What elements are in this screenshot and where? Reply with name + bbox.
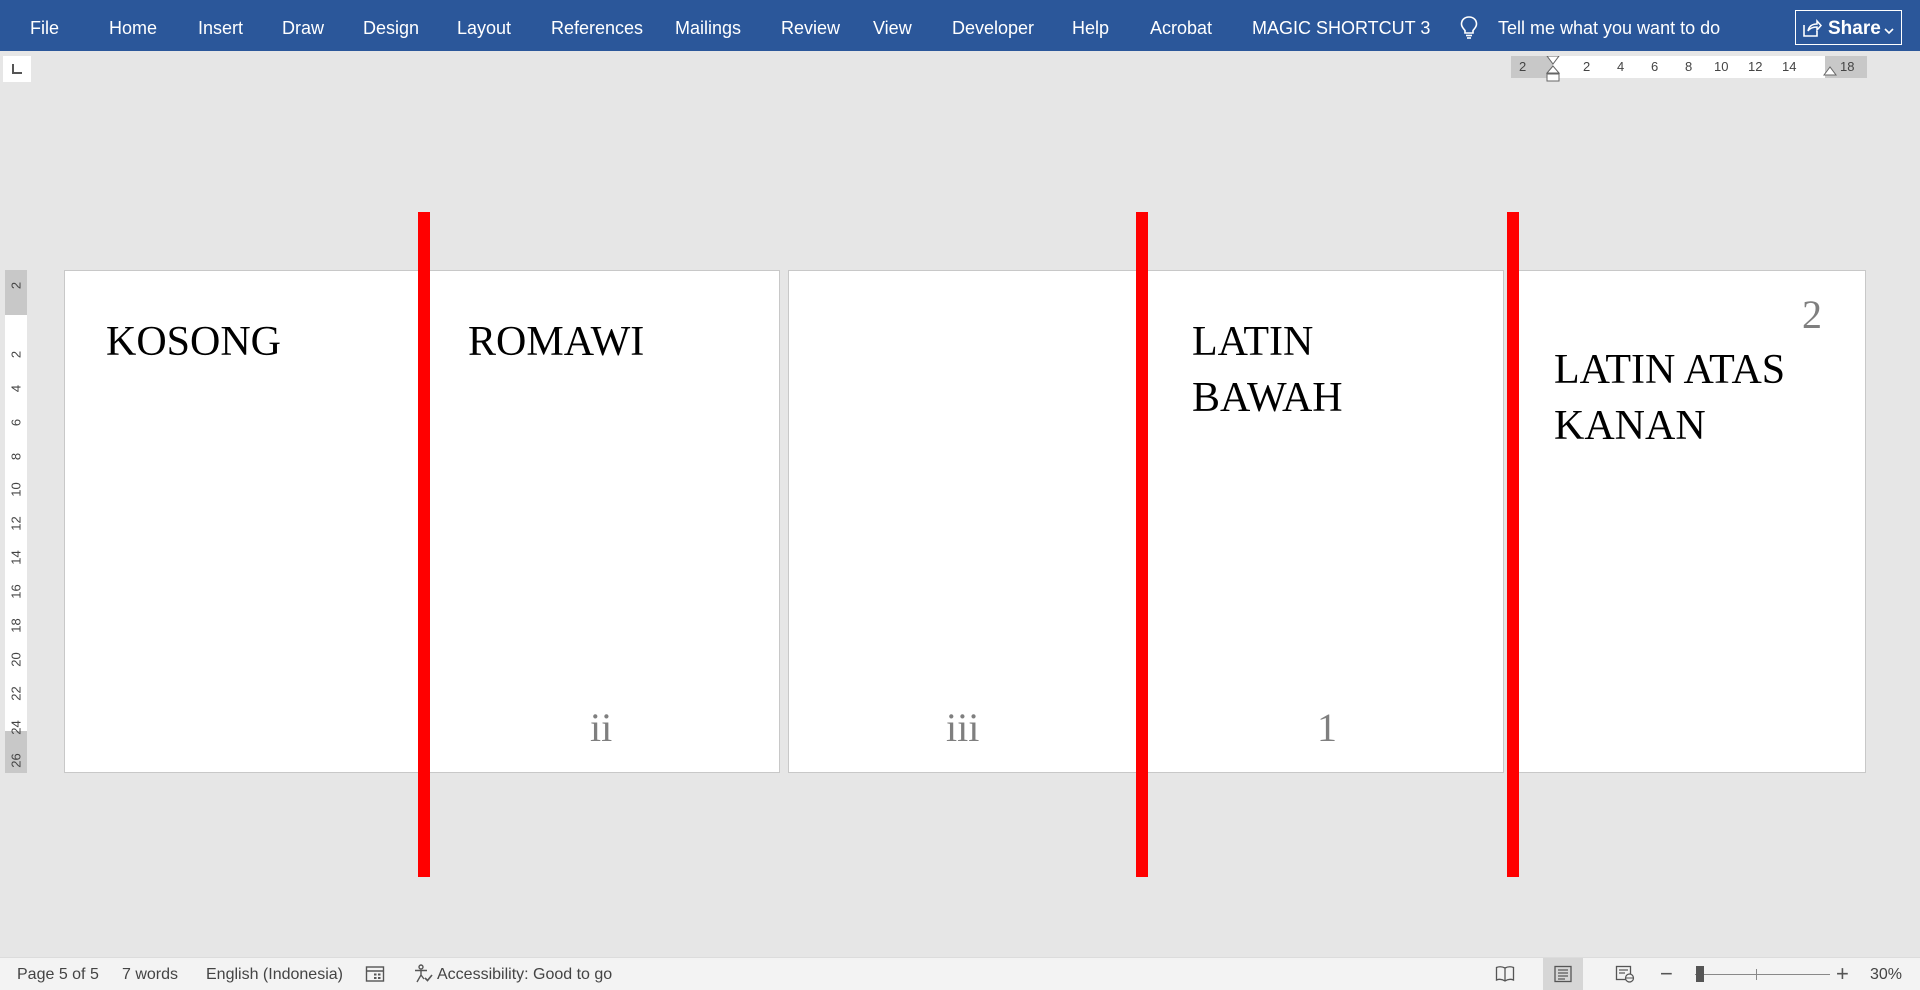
tab-draw[interactable]: Draw	[282, 0, 324, 51]
ruler-tick: 18	[1840, 59, 1855, 74]
tab-view[interactable]: View	[873, 0, 912, 51]
tab-file[interactable]: File	[30, 0, 59, 51]
page-heading: BAWAH	[1192, 375, 1343, 421]
tab-acrobat[interactable]: Acrobat	[1150, 0, 1212, 51]
print-layout-icon	[1554, 965, 1572, 983]
ruler-tick: 6	[8, 418, 24, 427]
ruler-tick: 4	[1617, 59, 1625, 74]
status-bar: Page 5 of 5 7 words English (Indonesia) …	[0, 957, 1920, 990]
web-layout-icon	[1615, 965, 1635, 983]
ruler-tick: 18	[8, 618, 24, 633]
ruler-tick: 2	[8, 350, 24, 359]
macro-icon[interactable]	[365, 964, 385, 989]
ruler-tick: 12	[8, 516, 24, 531]
ruler-tick: 8	[8, 452, 24, 461]
tab-references[interactable]: References	[551, 0, 643, 51]
page-number: 1	[1317, 705, 1337, 750]
ruler-tick: 10	[1714, 59, 1729, 74]
horizontal-ruler[interactable]: 2 2 4 6 8 10 12 14 18	[1511, 56, 1867, 82]
language-status[interactable]: English (Indonesia)	[206, 958, 343, 990]
vertical-ruler[interactable]: 2 2 4 6 8 10 12 14 16 18 20 22 24 26	[5, 270, 27, 773]
word-count-status[interactable]: 7 words	[122, 958, 178, 990]
ruler-tick: 26	[8, 753, 24, 768]
page-heading: LATIN	[1192, 319, 1314, 365]
ruler-tick: 10	[8, 482, 24, 497]
tab-review[interactable]: Review	[781, 0, 840, 51]
page-number: iii	[946, 705, 980, 750]
ruler-tick: 2	[1583, 59, 1591, 74]
tell-me-search[interactable]: Tell me what you want to do	[1498, 0, 1720, 51]
ruler-tick: 22	[8, 686, 24, 701]
page-count-status[interactable]: Page 5 of 5	[17, 958, 99, 990]
chevron-down-icon[interactable]	[1883, 21, 1895, 35]
read-mode-button[interactable]	[1485, 958, 1525, 990]
tab-insert[interactable]: Insert	[198, 0, 243, 51]
tab-developer[interactable]: Developer	[952, 0, 1034, 51]
ruler-tick: 20	[8, 652, 24, 667]
page-heading: KANAN	[1554, 403, 1706, 449]
page-heading: KOSONG	[106, 319, 282, 365]
ruler-tick: 14	[1782, 59, 1797, 74]
ruler-tick: 8	[1685, 59, 1693, 74]
accessibility-icon[interactable]	[413, 964, 433, 989]
zoom-in-button[interactable]: +	[1836, 958, 1849, 990]
tab-magic-shortcut[interactable]: MAGIC SHORTCUT 3	[1252, 0, 1430, 51]
ruler-tick: 2	[8, 281, 24, 290]
read-mode-icon	[1495, 966, 1515, 982]
tab-home[interactable]: Home	[109, 0, 157, 51]
accessibility-status[interactable]: Accessibility: Good to go	[437, 958, 612, 990]
zoom-slider-center-mark	[1756, 969, 1757, 980]
page-number: ii	[590, 705, 613, 750]
tab-mailings[interactable]: Mailings	[675, 0, 741, 51]
ruler-tick: 16	[8, 584, 24, 599]
ribbon-tab-bar: File Home Insert Draw Design Layout Refe…	[0, 0, 1920, 51]
page-heading: ROMAWI	[468, 319, 645, 365]
tab-selector-icon	[12, 64, 22, 74]
share-icon	[1802, 18, 1823, 38]
ruler-tick: 12	[1748, 59, 1763, 74]
tab-layout[interactable]: Layout	[457, 0, 511, 51]
ruler-tick: 14	[8, 550, 24, 565]
zoom-out-button[interactable]: −	[1660, 958, 1673, 990]
red-divider-line	[418, 212, 430, 877]
lightbulb-icon	[1458, 15, 1480, 39]
zoom-percent[interactable]: 30%	[1870, 958, 1902, 990]
print-layout-button[interactable]	[1543, 958, 1583, 990]
page-number: 2	[1802, 292, 1822, 337]
ruler-tick: 24	[8, 720, 24, 735]
document-page[interactable]: 2 LATIN ATAS KANAN	[1512, 270, 1866, 773]
red-divider-line	[1136, 212, 1148, 877]
zoom-slider-thumb[interactable]	[1696, 966, 1704, 982]
red-divider-line	[1507, 212, 1519, 877]
ruler-tick: 4	[8, 384, 24, 393]
indent-marker[interactable]	[1546, 56, 1560, 86]
ruler-tick: 2	[1519, 59, 1527, 74]
share-button[interactable]: Share	[1795, 10, 1902, 45]
tab-selector[interactable]	[3, 56, 31, 82]
tab-design[interactable]: Design	[363, 0, 419, 51]
ruler-tick: 6	[1651, 59, 1659, 74]
web-layout-button[interactable]	[1605, 958, 1645, 990]
zoom-slider[interactable]	[1695, 974, 1830, 975]
tab-help[interactable]: Help	[1072, 0, 1109, 51]
page-heading: LATIN ATAS	[1554, 347, 1786, 393]
right-indent-marker[interactable]	[1823, 66, 1837, 78]
share-label: Share	[1828, 18, 1881, 39]
